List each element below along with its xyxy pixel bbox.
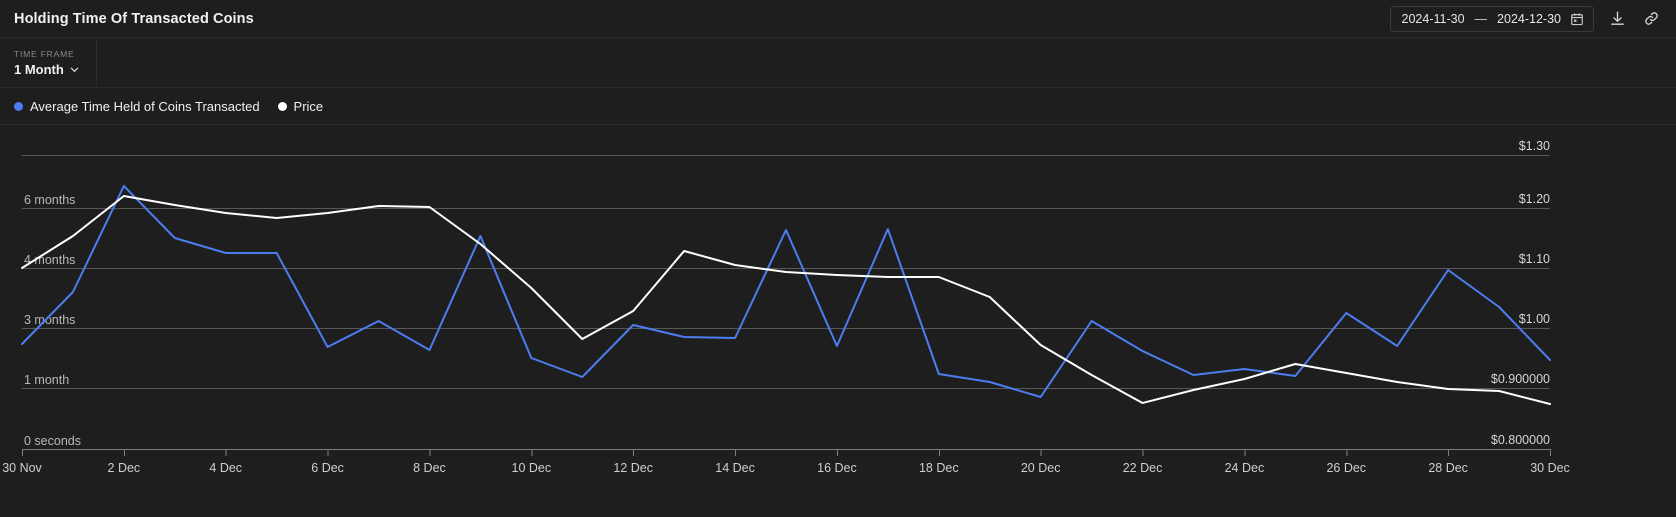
chart-area[interactable]: 6 months 4 months 3 months 1 month 0 seconds… — [0, 125, 1676, 517]
y-axis-right-label-1: $1.20 — [1519, 192, 1550, 206]
date-range-separator: — — [1474, 11, 1488, 26]
x-axis-label-2: 4 Dec — [209, 461, 242, 475]
y-axis-left-label-1: 4 months — [24, 253, 75, 267]
time-frame-value[interactable]: 1 Month — [14, 62, 64, 77]
x-axis-label-10: 20 Dec — [1021, 461, 1061, 475]
x-axis-label-13: 26 Dec — [1326, 461, 1366, 475]
x-axis-label-12: 24 Dec — [1225, 461, 1265, 475]
y-axis-right-label-5: $0.800000 — [1491, 433, 1550, 447]
x-axis-label-1: 2 Dec — [108, 461, 141, 475]
legend-label-price: Price — [293, 98, 324, 114]
y-axis-right-label-0: $1.30 — [1519, 139, 1550, 153]
x-axis-label-4: 8 Dec — [413, 461, 446, 475]
series-line-price[interactable] — [21, 195, 1551, 405]
chart-legend: Average Time Held of Coins Transacted Pr… — [0, 88, 1676, 125]
time-frame-label: TIME FRAME — [14, 48, 75, 59]
date-range-picker[interactable]: 2024-11-30 — 2024-12-30 — [1389, 5, 1594, 32]
x-axis-label-3: 6 Dec — [311, 461, 344, 475]
x-axis-label-15: 30 Dec — [1530, 461, 1570, 475]
y-axis-right-label-4: $0.900000 — [1491, 372, 1550, 386]
x-axis-label-14: 28 Dec — [1428, 461, 1468, 475]
y-axis-left-label-4: 0 seconds — [24, 434, 81, 448]
y-axis-right-label-3: $1.00 — [1519, 312, 1550, 326]
page-title: Holding Time Of Transacted Coins — [14, 10, 254, 27]
x-axis-label-9: 18 Dec — [919, 461, 959, 475]
time-frame-selector[interactable]: TIME FRAME 1 Month — [0, 38, 97, 87]
download-icon[interactable] — [1606, 8, 1628, 30]
line-chart[interactable]: 6 months4 months3 months1 month0 seconds… — [0, 125, 1676, 517]
legend-dot-white-icon — [277, 101, 287, 111]
date-range-start[interactable]: 2024-11-30 — [1402, 12, 1465, 26]
calendar-icon[interactable] — [1570, 12, 1584, 26]
date-range-end[interactable]: 2024-12-30 — [1497, 12, 1561, 26]
legend-label-average-time-held: Average Time Held of Coins Transacted — [30, 98, 260, 114]
legend-item-average-time-held[interactable]: Average Time Held of Coins Transacted — [14, 99, 260, 114]
header-actions: 2024-11-30 — 2024-12-30 — [1389, 5, 1662, 32]
y-axis-left-label-3: 1 month — [24, 373, 69, 387]
x-axis-label-0: 30 Nov — [2, 461, 42, 475]
legend-item-price[interactable]: Price — [277, 98, 324, 114]
legend-dot-blue-icon — [14, 101, 23, 111]
x-axis-label-6: 12 Dec — [613, 461, 653, 475]
chart-panel: Holding Time Of Transacted Coins 2024-11… — [0, 0, 1676, 517]
y-axis-left-label-0: 6 months — [24, 193, 75, 207]
chart-toolbar: TIME FRAME 1 Month — [0, 38, 1676, 88]
x-axis-label-5: 10 Dec — [512, 461, 552, 475]
panel-header: Holding Time Of Transacted Coins 2024-11… — [0, 0, 1676, 38]
x-axis-label-8: 16 Dec — [817, 461, 857, 475]
time-frame-value-row[interactable]: 1 Month — [14, 62, 80, 77]
series-line-average-time-held[interactable] — [21, 185, 1551, 398]
x-axis-label-7: 14 Dec — [715, 461, 755, 475]
x-axis-label-11: 22 Dec — [1123, 461, 1163, 475]
link-icon[interactable] — [1640, 8, 1662, 30]
y-axis-right-label-2: $1.10 — [1519, 252, 1550, 266]
chevron-down-icon[interactable] — [69, 64, 80, 75]
